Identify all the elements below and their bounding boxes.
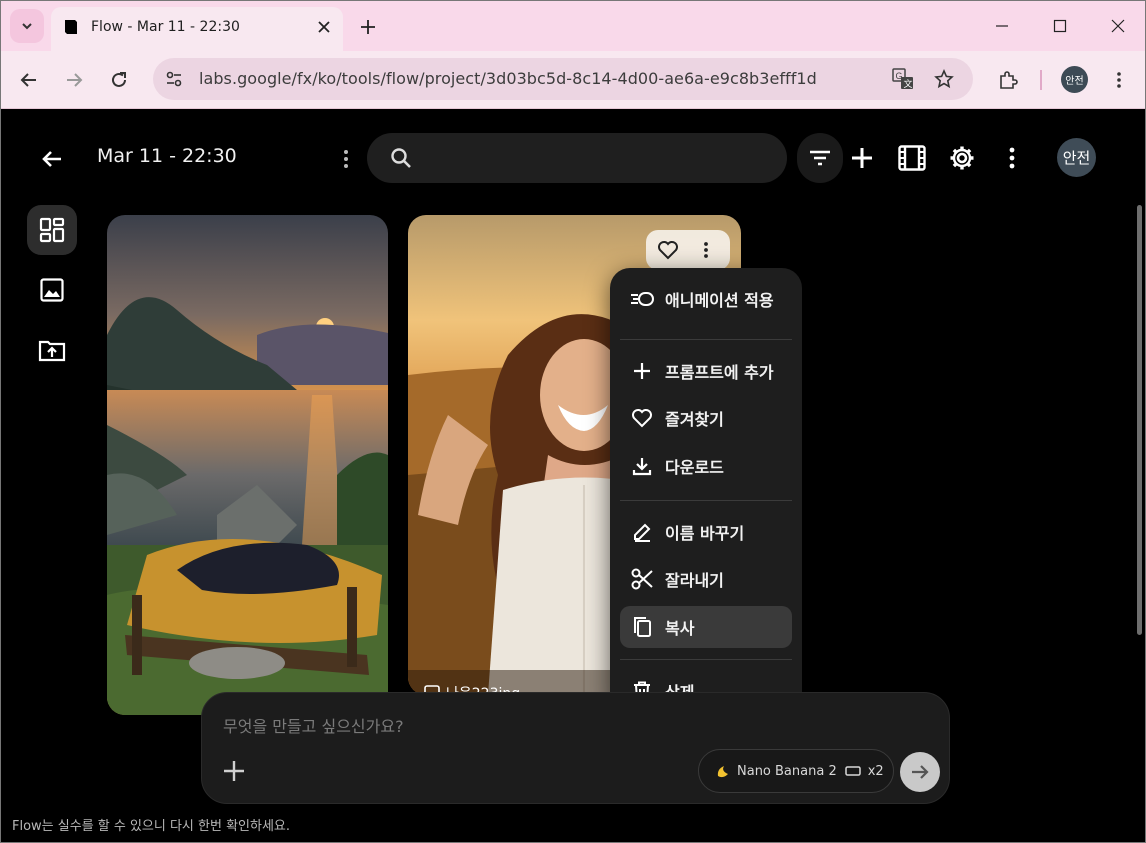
menu-item-add-to-prompt[interactable]: 프롬프트에 추가 [620, 350, 792, 392]
close-icon [1111, 19, 1125, 33]
output-count: x2 [867, 763, 884, 779]
scissors-icon [630, 567, 654, 591]
search-icon [391, 148, 411, 168]
menu-item-rename[interactable]: 이름 바꾸기 [620, 511, 792, 553]
browser-menu-button[interactable] [1105, 66, 1133, 94]
card-more-icon[interactable] [698, 239, 714, 261]
close-window-button[interactable] [1103, 11, 1133, 41]
send-button[interactable] [900, 752, 940, 792]
app-more-button[interactable] [997, 143, 1027, 173]
grid-view-icon [39, 217, 65, 243]
browser-toolbar: labs.google/fx/ko/tools/flow/project/3d0… [1, 51, 1145, 109]
heart-icon [630, 406, 654, 430]
sidebar-item-images[interactable] [27, 265, 77, 315]
tab-search-button[interactable] [10, 9, 44, 43]
project-title: Mar 11 - 22:30 [97, 145, 237, 167]
project-more-button[interactable] [335, 144, 357, 174]
image-icon [40, 278, 64, 302]
svg-text:文: 文 [904, 78, 913, 89]
arrow-left-icon [20, 73, 36, 87]
site-info-icon[interactable] [162, 67, 186, 91]
menu-item-copy[interactable]: 복사 [620, 606, 792, 648]
filter-icon [810, 150, 830, 166]
gallery-card-landscape[interactable] [107, 215, 388, 715]
url-text[interactable]: labs.google/fx/ko/tools/flow/project/3d0… [199, 69, 817, 88]
model-selector[interactable]: Nano Banana 2 x2 [698, 749, 894, 793]
filter-button[interactable] [797, 133, 843, 183]
model-name: Nano Banana 2 [737, 763, 837, 779]
tab-title: Flow - Mar 11 - 22:30 [91, 19, 240, 35]
add-button[interactable] [847, 143, 877, 173]
menu-item-favorite[interactable]: 즐겨찾기 [620, 397, 792, 439]
disclaimer-text: Flow는 실수를 할 수 있으니 다시 한번 확인하세요. [12, 819, 291, 834]
menu-item-download[interactable]: 다운로드 [620, 445, 792, 487]
more-vert-icon [1009, 147, 1015, 169]
maximize-icon [1053, 19, 1067, 33]
more-vert-icon [344, 150, 348, 168]
back-button[interactable] [15, 66, 43, 94]
scrollbar-thumb[interactable] [1137, 205, 1142, 635]
translate-icon[interactable]: G文 [891, 67, 915, 91]
arrow-right-icon [67, 73, 83, 87]
user-avatar[interactable]: 안전 [1057, 138, 1096, 177]
minimize-icon [996, 25, 1008, 27]
browser-window: Flow - Mar 11 - 22:30 labs.google/fx/ko/… [0, 0, 1146, 843]
film-icon [898, 145, 926, 171]
profile-avatar[interactable]: 안전 [1061, 66, 1088, 93]
favorite-heart-icon[interactable] [656, 239, 680, 261]
aspect-ratio-icon [844, 766, 861, 776]
reload-icon [112, 72, 126, 87]
menu-divider [620, 659, 792, 660]
extensions-button[interactable] [994, 66, 1022, 94]
project-back-button[interactable] [37, 144, 67, 174]
arrow-left-icon [42, 151, 61, 167]
card-action-bar [646, 230, 730, 270]
scene-builder-button[interactable] [897, 143, 927, 173]
search-input[interactable] [367, 133, 787, 183]
minimize-button[interactable] [987, 11, 1017, 41]
active-tab[interactable]: Flow - Mar 11 - 22:30 [51, 7, 343, 51]
sidebar-item-grid[interactable] [27, 205, 77, 255]
new-tab-button[interactable] [355, 14, 381, 40]
toolbar-divider [1040, 70, 1042, 90]
menu-divider [620, 339, 792, 340]
prompt-panel: 무엇을 만들고 싶으신가요? Nano Banana 2 x2 [201, 692, 950, 804]
arrow-right-icon [912, 765, 929, 779]
copy-icon [630, 615, 654, 639]
download-icon [630, 454, 654, 478]
prompt-input[interactable]: 무엇을 만들고 싶으신가요? [223, 713, 404, 737]
plus-icon [361, 20, 375, 34]
plus-icon [224, 761, 244, 781]
prompt-add-button[interactable] [220, 757, 248, 785]
menu-item-cut[interactable]: 잘라내기 [620, 558, 792, 600]
puzzle-icon [1000, 71, 1018, 89]
flow-favicon-icon [65, 20, 77, 34]
animate-icon [630, 287, 654, 311]
tab-close-icon[interactable] [313, 16, 335, 38]
address-bar[interactable]: labs.google/fx/ko/tools/flow/project/3d0… [153, 58, 973, 100]
banana-icon [715, 763, 731, 779]
reload-button[interactable] [105, 66, 133, 94]
flow-app: Mar 11 - 22:30 안전 나은223ing 애니메이션 적용 프롬프트… [1, 109, 1145, 842]
more-vert-icon [1117, 72, 1121, 88]
sidebar-item-upload[interactable] [27, 325, 77, 375]
tab-bar: Flow - Mar 11 - 22:30 [1, 1, 1145, 51]
forward-button[interactable] [60, 66, 88, 94]
chevron-down-icon [22, 23, 32, 30]
bookmark-star-icon[interactable] [932, 67, 956, 91]
card-context-menu: 애니메이션 적용 프롬프트에 추가 즐겨찾기 다운로드 이름 바꾸기 잘라내기 … [610, 268, 802, 714]
gear-icon [950, 146, 974, 170]
maximize-button[interactable] [1045, 11, 1075, 41]
menu-item-animate[interactable]: 애니메이션 적용 [620, 278, 792, 320]
settings-button[interactable] [947, 143, 977, 173]
landscape-image [107, 215, 388, 715]
plus-icon [630, 359, 654, 383]
pencil-icon [630, 520, 654, 544]
menu-divider [620, 500, 792, 501]
scrollbar[interactable] [1135, 205, 1143, 635]
plus-icon [852, 148, 872, 168]
folder-upload-icon [38, 340, 66, 362]
